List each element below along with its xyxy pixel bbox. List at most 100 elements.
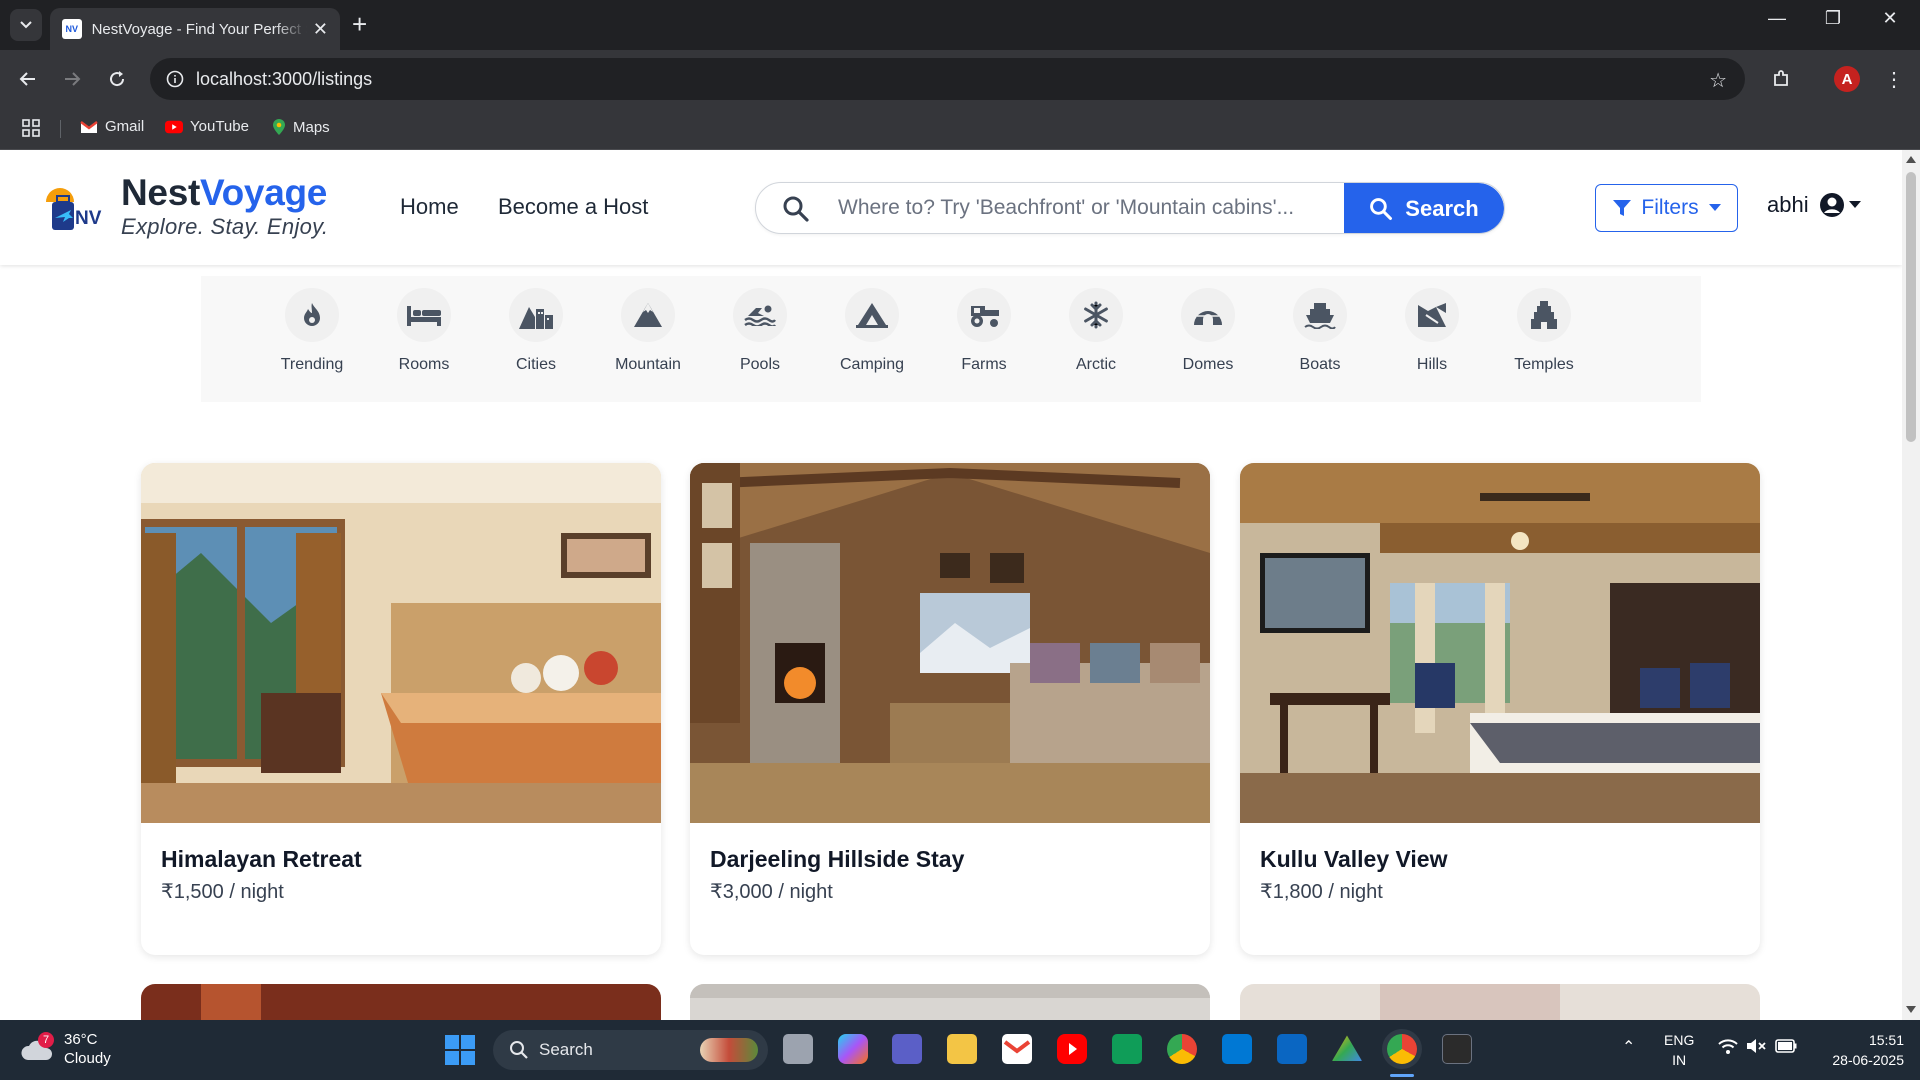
user-circle-icon bbox=[1819, 193, 1844, 217]
listing-card[interactable] bbox=[141, 984, 661, 1020]
google-drive-icon[interactable] bbox=[1332, 1035, 1362, 1061]
brand[interactable]: NestVoyage Explore. Stay. Enjoy. bbox=[121, 172, 328, 240]
terminal-icon[interactable] bbox=[1442, 1034, 1472, 1064]
ship-icon bbox=[1304, 303, 1336, 329]
profile-avatar[interactable]: A bbox=[1831, 63, 1863, 95]
chrome-active-icon[interactable] bbox=[1387, 1034, 1417, 1064]
igloo-icon bbox=[1194, 309, 1222, 325]
site-info-icon[interactable] bbox=[166, 70, 184, 88]
category-temples[interactable]: Temples bbox=[1488, 288, 1600, 374]
listing-card[interactable]: Darjeeling Hillside Stay ₹3,000 / night bbox=[690, 463, 1210, 955]
listing-card[interactable]: Himalayan Retreat ₹1,500 / night bbox=[141, 463, 661, 955]
user-menu[interactable]: abhi bbox=[1767, 192, 1861, 218]
apps-grid-icon[interactable] bbox=[22, 119, 40, 137]
scrollbar-thumb[interactable] bbox=[1906, 172, 1916, 442]
scroll-up-arrow-icon[interactable] bbox=[1906, 156, 1916, 163]
bookmark-maps[interactable]: Maps bbox=[272, 118, 330, 136]
teams-icon[interactable] bbox=[892, 1034, 922, 1064]
taskbar-search[interactable]: Search bbox=[493, 1030, 768, 1070]
chrome-icon[interactable] bbox=[1167, 1034, 1197, 1064]
extensions-icon[interactable] bbox=[1765, 63, 1797, 95]
listing-card[interactable] bbox=[1240, 984, 1760, 1020]
listing-price: ₹3,000 / night bbox=[710, 881, 833, 903]
listing-card[interactable] bbox=[690, 984, 1210, 1020]
tractor-icon bbox=[971, 306, 999, 327]
search-bar: Search bbox=[755, 182, 1505, 234]
file-explorer-icon[interactable] bbox=[947, 1034, 977, 1064]
forward-icon[interactable] bbox=[56, 63, 88, 95]
windows-start-icon[interactable] bbox=[445, 1035, 475, 1070]
category-bar: Trending Rooms Cities Mountain Pools Cam… bbox=[201, 276, 1701, 402]
clock-time: 15:51 bbox=[1868, 1032, 1904, 1048]
address-bar[interactable]: localhost:3000/listings ☆ bbox=[150, 58, 1745, 100]
tab-close-icon[interactable]: ✕ bbox=[313, 19, 328, 40]
filters-dropdown-button[interactable]: Filters bbox=[1595, 184, 1738, 232]
category-arctic[interactable]: Arctic bbox=[1040, 288, 1152, 374]
brand-name: NestVoyage bbox=[121, 172, 328, 214]
logo-text: NV bbox=[75, 208, 102, 229]
bookmark-gmail[interactable]: Gmail bbox=[80, 118, 144, 135]
category-rooms[interactable]: Rooms bbox=[368, 288, 480, 374]
category-domes[interactable]: Domes bbox=[1152, 288, 1264, 374]
tab-search-button[interactable] bbox=[10, 9, 42, 41]
youtube-app-icon[interactable] bbox=[1057, 1034, 1087, 1064]
search-button[interactable]: Search bbox=[1344, 183, 1504, 233]
tray-overflow-icon[interactable]: ⌃ bbox=[1622, 1038, 1635, 1058]
gmail-app-icon[interactable] bbox=[1002, 1034, 1032, 1064]
weather-temperature: 36°C bbox=[64, 1031, 98, 1048]
scroll-down-arrow-icon[interactable] bbox=[1906, 1006, 1916, 1013]
task-view-icon[interactable] bbox=[783, 1034, 813, 1064]
vscode-icon[interactable] bbox=[1222, 1034, 1252, 1064]
reload-icon[interactable] bbox=[101, 63, 133, 95]
clock-date: 28-06-2025 bbox=[1832, 1052, 1904, 1068]
clock[interactable]: 15:51 28-06-2025 bbox=[1812, 1030, 1904, 1070]
bookmark-label: YouTube bbox=[190, 118, 249, 135]
category-label: Pools bbox=[739, 356, 781, 373]
wifi-icon[interactable] bbox=[1718, 1038, 1738, 1059]
nestvoyage-logo-icon[interactable]: NV bbox=[42, 180, 104, 234]
nav-link-become-host[interactable]: Become a Host bbox=[498, 194, 648, 220]
category-label: Arctic bbox=[1076, 356, 1116, 373]
site-navbar: NV NestVoyage Explore. Stay. Enjoy. Home… bbox=[0, 150, 1902, 265]
bookmark-star-icon[interactable]: ☆ bbox=[1709, 68, 1727, 93]
browser-tab-active[interactable]: NV NestVoyage - Find Your Perfect Stay ✕ bbox=[50, 8, 340, 50]
copilot-icon[interactable] bbox=[838, 1034, 868, 1064]
category-boats[interactable]: Boats bbox=[1264, 288, 1376, 374]
favicon-icon: NV bbox=[62, 19, 82, 39]
windows-taskbar: 7 36°C Cloudy Search ⌃ ENG IN 15:51 28-0… bbox=[0, 1020, 1920, 1080]
page-scrollbar[interactable] bbox=[1902, 150, 1920, 1020]
linkedin-icon[interactable] bbox=[1277, 1034, 1307, 1064]
volume-muted-icon[interactable] bbox=[1746, 1038, 1766, 1059]
back-icon[interactable] bbox=[12, 63, 44, 95]
category-pools[interactable]: Pools bbox=[704, 288, 816, 374]
category-label: Hills bbox=[1416, 356, 1448, 373]
bookmark-youtube[interactable]: YouTube bbox=[165, 118, 249, 135]
category-camping[interactable]: Camping bbox=[816, 288, 928, 374]
category-mountain[interactable]: Mountain bbox=[592, 288, 704, 374]
weather-widget[interactable]: 7 36°C Cloudy bbox=[20, 1030, 111, 1068]
listing-card[interactable]: Kullu Valley View ₹1,800 / night bbox=[1240, 463, 1760, 955]
category-hills[interactable]: Hills bbox=[1376, 288, 1488, 374]
minimize-icon[interactable]: — bbox=[1757, 8, 1797, 29]
nav-link-home[interactable]: Home bbox=[400, 194, 459, 220]
restore-icon[interactable]: ❐ bbox=[1813, 8, 1853, 29]
search-button-label: Search bbox=[1405, 196, 1479, 221]
filter-funnel-icon bbox=[1613, 200, 1632, 216]
listing-title: Darjeeling Hillside Stay bbox=[710, 846, 965, 872]
search-highlight-icon bbox=[700, 1038, 758, 1062]
category-cities[interactable]: Cities bbox=[480, 288, 592, 374]
category-farms[interactable]: Farms bbox=[928, 288, 1040, 374]
browser-menu-icon[interactable]: ⋮ bbox=[1878, 63, 1910, 95]
language-line-1: ENG bbox=[1664, 1032, 1695, 1048]
category-label: Cities bbox=[515, 356, 556, 373]
language-indicator[interactable]: ENG IN bbox=[1664, 1030, 1694, 1070]
search-input[interactable] bbox=[838, 183, 1338, 233]
listing-photo-hotel-room bbox=[1240, 463, 1760, 823]
category-trending[interactable]: Trending bbox=[256, 288, 368, 374]
page-viewport: NV NestVoyage Explore. Stay. Enjoy. Home… bbox=[0, 150, 1902, 1020]
window-close-icon[interactable]: ✕ bbox=[1870, 8, 1910, 29]
listing-title: Kullu Valley View bbox=[1260, 846, 1448, 872]
sheets-icon[interactable] bbox=[1112, 1034, 1142, 1064]
new-tab-button[interactable]: + bbox=[352, 10, 367, 38]
battery-icon[interactable] bbox=[1775, 1038, 1797, 1058]
